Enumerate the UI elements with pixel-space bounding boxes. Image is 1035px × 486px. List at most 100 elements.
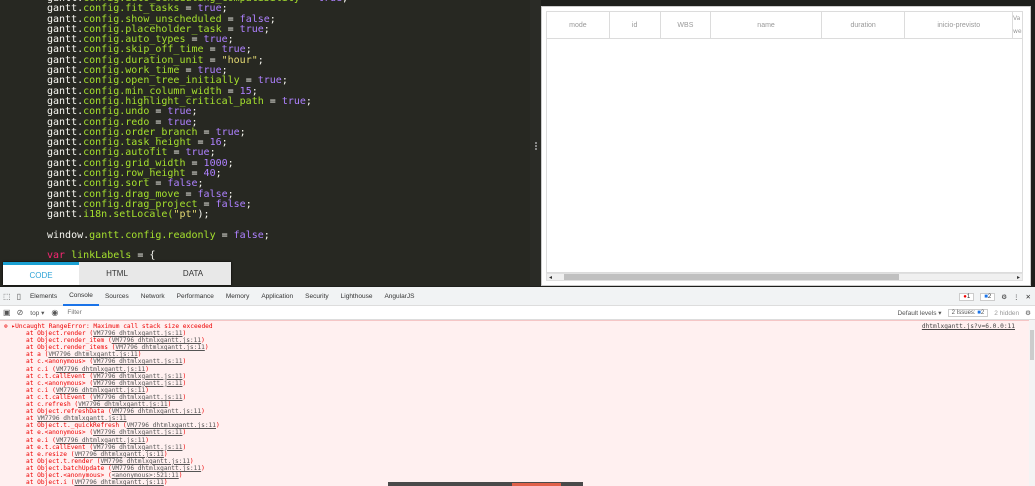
issues-button[interactable]: 2 Issues: ■2	[947, 309, 989, 317]
stack-frame-link[interactable]: VM7796 dhtmlxgantt.js:11	[93, 394, 182, 401]
stack-frame-text: at Object.<anonymous> (	[26, 471, 112, 479]
stack-frame-link[interactable]: VM7796 dhtmlxgantt.js:11	[56, 437, 145, 444]
inspect-element-icon[interactable]: ⬚	[0, 292, 14, 301]
stack-frame: at Object.render_item (VM7796 dhtmlxgant…	[4, 337, 1029, 344]
stack-frame-link[interactable]: VM7796 dhtmlxgantt.js:11	[112, 408, 201, 415]
code-line: gantt.i18n.setLocale("pt");	[47, 210, 348, 220]
stack-frame-link[interactable]: <anonymous>:521:11	[112, 472, 179, 479]
more-menu-icon[interactable]: ⋮	[1013, 293, 1020, 301]
context-selector[interactable]: top ▾	[26, 309, 48, 317]
stack-frame-link[interactable]: VM7796 dhtmlxgantt.js:11	[127, 422, 216, 429]
devtools-tab-lighthouse[interactable]: Lighthouse	[335, 287, 379, 306]
issue-count-badge[interactable]: ■2	[980, 292, 996, 301]
clear-console-icon[interactable]: ⊘	[14, 308, 27, 317]
stack-frame-link[interactable]: VM7796 dhtmlxgantt.js:11	[115, 344, 204, 351]
column-header-name[interactable]: name	[711, 12, 822, 38]
error-message[interactable]: ⊗ ▸Uncaught RangeError: Maximum call sta…	[4, 323, 1029, 330]
tab-data[interactable]: DATA	[155, 262, 231, 285]
stack-frame-link[interactable]: VM7796 dhtmlxgantt.js:11	[48, 351, 137, 358]
scrollbar-thumb[interactable]	[564, 274, 899, 280]
gantt-grid: mode id WBS name duration inicio-previst…	[546, 11, 1023, 273]
scroll-left-icon[interactable]: ◂	[549, 274, 552, 281]
tab-html[interactable]: HTML	[79, 262, 155, 285]
stack-frame-text: at c.i (	[26, 365, 56, 373]
devtools-tab-memory[interactable]: Memory	[220, 287, 255, 306]
stack-frame-link[interactable]: VM7796 dhtmlxgantt.js:11	[93, 373, 182, 380]
stack-frame-text: at Object.i (	[26, 479, 75, 486]
stack-frame-link[interactable]: VM7796 dhtmlxgantt.js:11	[74, 451, 163, 458]
stack-frame: at c.i (VM7796 dhtmlxgantt.js:11)	[4, 387, 1029, 394]
scroll-right-icon[interactable]: ▸	[1017, 274, 1020, 281]
horizontal-scrollbar[interactable]: ◂ ▸	[546, 273, 1023, 281]
code-editor[interactable]: gantt.config.auto_scheduling_compatibili…	[0, 0, 530, 286]
stack-frame-text: at c.<anonymous> (	[26, 358, 94, 366]
console-toolbar: ▣ ⊘ top ▾ ◉ Default levels ▾ 2 Issues: ■…	[0, 306, 1035, 320]
stack-frame-link[interactable]: VM7796 dhtmlxgantt.js:11	[112, 337, 201, 344]
eye-icon[interactable]: ◉	[48, 308, 61, 317]
column-header-inicio-previsto[interactable]: inicio-previsto	[905, 12, 1014, 38]
error-source-link[interactable]: dhtmlxgantt.js?v=6.0.0:11	[922, 323, 1015, 330]
stack-frame-link[interactable]: VM7796 dhtmlxgantt.js:11	[56, 366, 145, 373]
code-token: ;	[257, 54, 264, 66]
devtools-tab-performance[interactable]: Performance	[171, 287, 220, 306]
stack-frame-link[interactable]: VM7796 dhtmlxgantt.js:11	[78, 401, 167, 408]
code-token: ;	[263, 229, 270, 241]
error-count-badge[interactable]: ●1	[959, 292, 975, 301]
pane-splitter[interactable]	[530, 0, 541, 286]
console-settings-icon[interactable]: ⚙	[1025, 309, 1031, 317]
code-token: i18n.setLocale(	[83, 209, 174, 221]
tab-code[interactable]: CODE	[3, 262, 79, 285]
close-icon[interactable]: ✕	[1026, 293, 1031, 301]
stack-frame: at VM7796 dhtmlxgantt.js:11	[4, 415, 1029, 422]
column-header-mode[interactable]: mode	[547, 12, 610, 38]
column-header-duration[interactable]: duration	[822, 12, 906, 38]
stack-frame: at Object.t.render (VM7796 dhtmlxgantt.j…	[4, 458, 1029, 465]
stack-frame-link[interactable]: VM7796 dhtmlxgantt.js:11	[56, 387, 145, 394]
devtools-tab-network[interactable]: Network	[135, 287, 171, 306]
devtools-tab-security[interactable]: Security	[299, 287, 334, 306]
filter-input[interactable]	[67, 306, 568, 319]
devtools-tab-application[interactable]: Application	[255, 287, 299, 306]
devtools-tabs: Elements Console Sources Network Performance…	[24, 287, 420, 306]
gantt-preview: mode id WBS name duration inicio-previst…	[541, 6, 1031, 286]
code-token: ;	[227, 157, 234, 169]
devtools-tab-console[interactable]: Console	[63, 287, 99, 306]
stack-frame-link[interactable]: VM7796 dhtmlxgantt.js:11	[93, 380, 182, 387]
code-token: gantt.	[47, 209, 84, 221]
column-header-partial[interactable]: Va we	[1013, 12, 1022, 38]
device-toolbar-icon[interactable]: ▯	[14, 292, 24, 301]
stack-frame-text: at Object.t.render (	[26, 457, 101, 465]
code-token: linkLabels	[71, 250, 132, 262]
stack-frame-link[interactable]: VM7796 dhtmlxgantt.js:11	[101, 458, 190, 465]
stack-frame-text: at c.t.callEvent (	[26, 393, 94, 401]
devtools-tab-angularjs[interactable]: AngularJS	[378, 287, 420, 306]
drag-handle-icon[interactable]	[535, 142, 537, 150]
stack-frame-text: at e.<anonymous> (	[26, 429, 94, 437]
devtools-tab-elements[interactable]: Elements	[24, 287, 63, 306]
stack-frame-link[interactable]: VM7796 dhtmlxgantt.js:11	[93, 330, 182, 337]
scrollbar-thumb[interactable]	[1030, 330, 1034, 360]
code-token: ;	[269, 13, 276, 25]
stack-frame-link[interactable]: VM7796 dhtmlxgantt.js:11	[93, 444, 182, 451]
stack-frame-link[interactable]: VM7796 dhtmlxgantt.js:11	[93, 429, 182, 436]
stack-frame-text: )	[145, 436, 149, 444]
code-content[interactable]: gantt.config.auto_scheduling_compatibili…	[47, 0, 348, 262]
column-header-id[interactable]: id	[610, 12, 661, 38]
stack-frame-text: )	[201, 408, 205, 416]
code-token: = {	[131, 250, 156, 262]
devtools-tab-sources[interactable]: Sources	[99, 287, 135, 306]
sidebar-toggle-icon[interactable]: ▣	[0, 308, 14, 317]
stack-frame-link[interactable]: VM7796 dhtmlxgantt.js:11	[37, 415, 126, 422]
stack-frame-link[interactable]: VM7796 dhtmlxgantt.js:11	[74, 479, 163, 486]
stack-frame-text: at c.t.callEvent (	[26, 372, 94, 380]
stack-frame-link[interactable]: VM7796 dhtmlxgantt.js:11	[93, 358, 182, 365]
column-header-wbs[interactable]: WBS	[661, 12, 712, 38]
console-scrollbar[interactable]	[1029, 320, 1035, 486]
stack-frame: at c.i (VM7796 dhtmlxgantt.js:11)	[4, 366, 1029, 373]
settings-gear-icon[interactable]: ⚙	[1001, 293, 1007, 301]
log-levels-dropdown[interactable]: Default levels ▾	[897, 309, 941, 317]
stack-frame: at e.resize (VM7796 dhtmlxgantt.js:11)	[4, 451, 1029, 458]
stack-frame-link[interactable]: VM7796 dhtmlxgantt.js:11	[112, 465, 201, 472]
stack-frame-text: at Object.render_item (	[26, 337, 112, 345]
partial-header-top: Va	[1013, 15, 1021, 22]
